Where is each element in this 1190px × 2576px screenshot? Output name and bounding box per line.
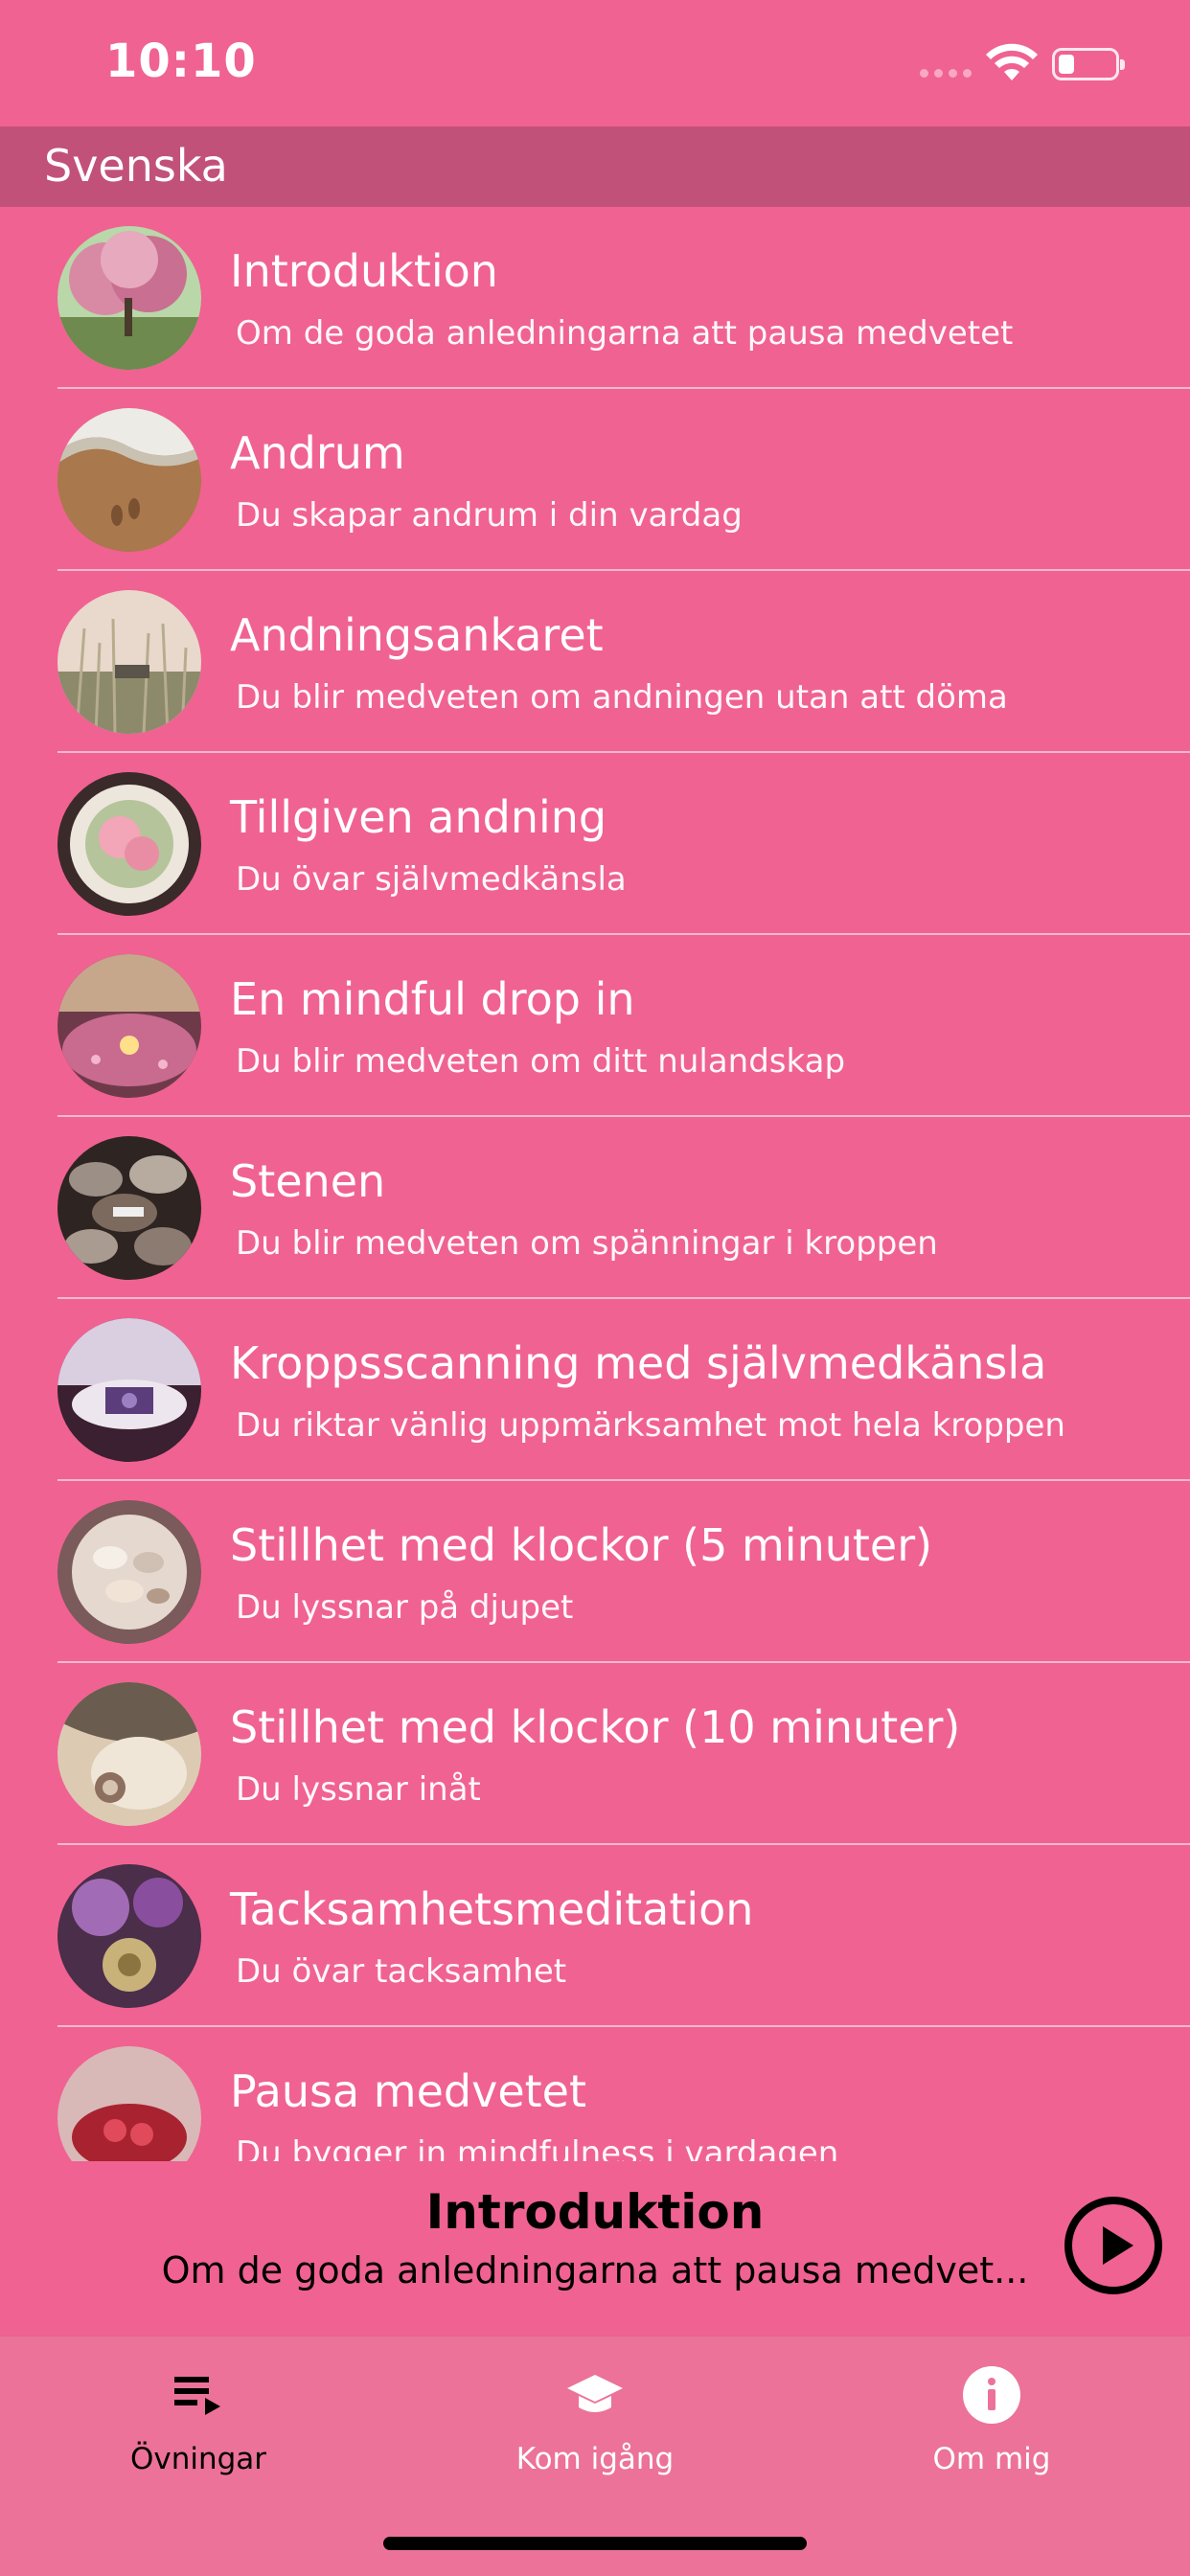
now-playing-bar[interactable]: Introduktion Om de goda anledningarna at… [0, 2161, 1190, 2336]
exercise-title: Andningsankaret [230, 609, 604, 661]
info-icon [963, 2366, 1020, 2424]
section-header: Svenska [0, 126, 1190, 207]
candle-petals-thumbnail [57, 954, 201, 1098]
exercise-subtitle: Du bygger in mindfulness i vardagen [236, 2134, 839, 2161]
exercise-row[interactable]: Tillgiven andning Du övar självmedkänsla [0, 753, 1190, 935]
meditation-cushion-thumbnail [57, 1318, 201, 1462]
exercise-title: Andrum [230, 427, 405, 479]
exercise-row[interactable]: En mindful drop in Du blir medveten om d… [0, 935, 1190, 1117]
shell-closeup-thumbnail [57, 1682, 201, 1826]
exercise-title: Stenen [230, 1155, 386, 1207]
exercise-list[interactable]: Introduktion Om de goda anledningarna at… [0, 207, 1190, 2161]
shells-thumbnail [57, 1500, 201, 1644]
exercise-subtitle: Du övar tacksamhet [236, 1952, 567, 1991]
wifi-icon [986, 43, 1038, 80]
exercise-row[interactable]: Tacksamhetsmeditation Du övar tacksamhet [0, 1845, 1190, 2027]
stones-thumbnail [57, 1136, 201, 1280]
play-circle-icon[interactable] [1064, 2196, 1163, 2295]
battery-icon [1052, 48, 1125, 80]
tab-label: Övningar [129, 2442, 267, 2476]
tab-label: Om mig [932, 2442, 1051, 2476]
exercise-row[interactable]: Andningsankaret Du blir medveten om andn… [0, 571, 1190, 753]
exercise-row[interactable]: Stillhet med klockor (5 minuter) Du lyss… [0, 1481, 1190, 1663]
tab-ovningar[interactable]: Övningar [0, 2337, 397, 2499]
exercise-subtitle: Du blir medveten om spänningar i kroppen [236, 1224, 938, 1263]
exercise-row[interactable]: Pausa medvetet Du bygger in mindfulness … [0, 2027, 1190, 2161]
lilac-bell-thumbnail [57, 1864, 201, 2008]
pink-rose-bowl-thumbnail [57, 772, 201, 916]
grass-field-thumbnail [57, 590, 201, 734]
beach-footprints-thumbnail [57, 408, 201, 552]
exercise-title: Stillhet med klockor (10 minuter) [230, 1701, 961, 1753]
exercise-row[interactable]: Kroppsscanning med självmedkänsla Du rik… [0, 1299, 1190, 1481]
cellular-signal-icon [920, 69, 972, 78]
exercise-row[interactable]: Andrum Du skapar andrum i din vardag [0, 389, 1190, 571]
home-indicator[interactable] [383, 2537, 807, 2550]
exercise-title: Stillhet med klockor (5 minuter) [230, 1519, 933, 1571]
playlist-icon [174, 2377, 220, 2415]
tab-kom-igang[interactable]: Kom igång [397, 2337, 793, 2499]
exercise-row[interactable]: Stillhet med klockor (10 minuter) Du lys… [0, 1663, 1190, 1845]
exercise-subtitle: Du lyssnar på djupet [236, 1588, 574, 1627]
now-playing-title: Introduktion [425, 2184, 765, 2240]
exercise-title: Pausa medvetet [230, 2065, 586, 2117]
exercise-subtitle: Du skapar andrum i din vardag [236, 496, 743, 535]
exercise-row[interactable]: Stenen Du blir medveten om spänningar i … [0, 1117, 1190, 1299]
exercise-subtitle: Om de goda anledningarna att pausa medve… [236, 314, 1014, 353]
graduation-cap-icon [567, 2375, 623, 2412]
exercise-row[interactable]: Introduktion Om de goda anledningarna at… [0, 207, 1190, 389]
exercise-subtitle: Du övar självmedkänsla [236, 860, 627, 899]
now-playing-subtitle: Om de goda anledningarna att pausa medve… [161, 2249, 1029, 2291]
exercise-subtitle: Du blir medveten om ditt nulandskap [236, 1042, 846, 1081]
exercise-title: Tacksamhetsmeditation [230, 1883, 754, 1935]
status-time: 10:10 [105, 34, 257, 88]
exercise-subtitle: Du blir medveten om andningen utan att d… [236, 678, 1008, 717]
exercise-title: Kroppsscanning med självmedkänsla [230, 1337, 1047, 1389]
tab-label: Kom igång [515, 2442, 675, 2476]
section-title: Svenska [44, 140, 228, 192]
exercise-title: En mindful drop in [230, 973, 635, 1025]
exercise-subtitle: Du lyssnar inåt [236, 1770, 481, 1809]
exercise-subtitle: Du riktar vänlig uppmärksamhet mot hela … [236, 1406, 1065, 1445]
red-bowl-thumbnail [57, 2046, 201, 2161]
blossom-tree-thumbnail [57, 226, 201, 370]
status-bar: 10:10 [0, 0, 1190, 126]
exercise-title: Introduktion [230, 245, 498, 297]
exercise-title: Tillgiven andning [230, 791, 607, 843]
tab-om-mig[interactable]: Om mig [793, 2337, 1190, 2499]
